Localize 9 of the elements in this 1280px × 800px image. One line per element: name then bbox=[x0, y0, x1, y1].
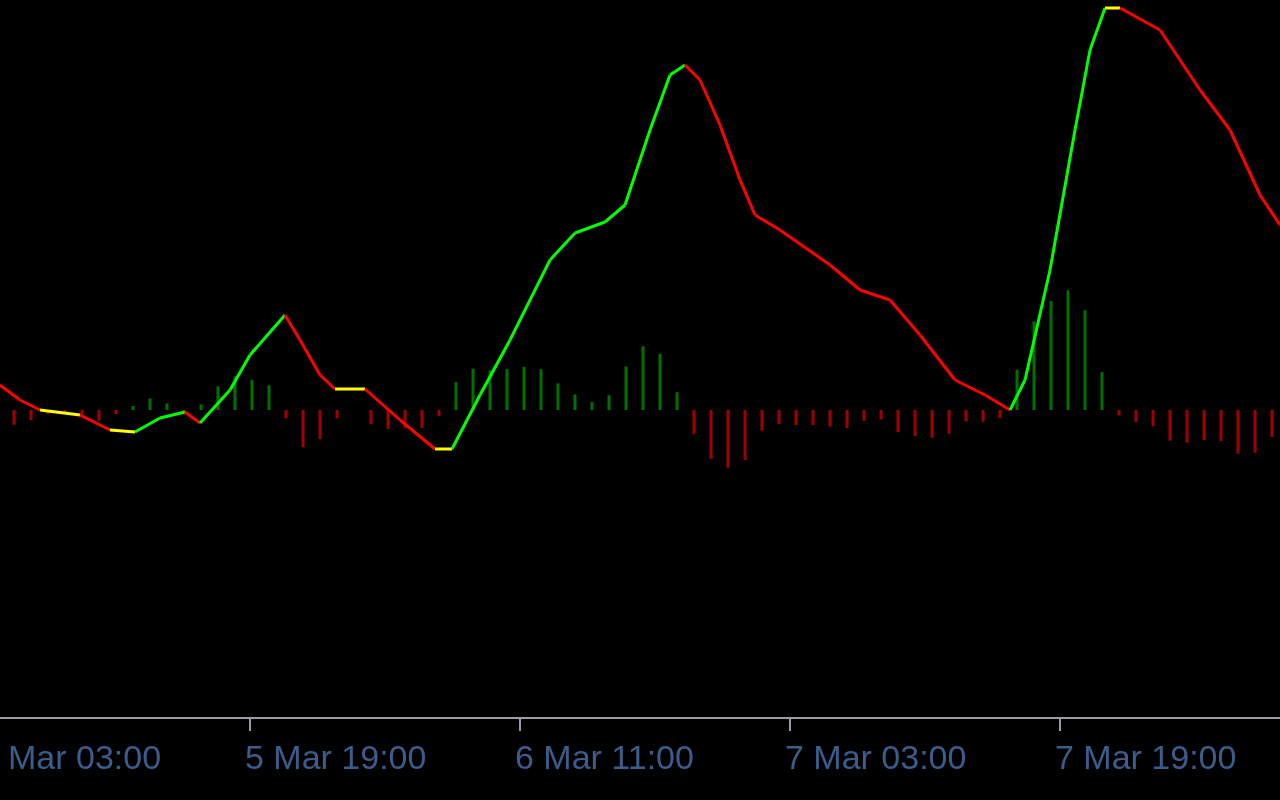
time-axis-label: 7 Mar 03:00 bbox=[785, 738, 967, 776]
axis-tick bbox=[789, 719, 791, 731]
axis-tick bbox=[1059, 719, 1061, 731]
time-axis-label: 7 Mar 19:00 bbox=[1055, 738, 1237, 776]
time-axis-label: Mar 03:00 bbox=[8, 738, 162, 776]
axis-tick bbox=[249, 719, 251, 731]
axis-tick bbox=[519, 719, 521, 731]
time-axis-label: 6 Mar 11:00 bbox=[515, 738, 694, 776]
time-axis-label: 5 Mar 19:00 bbox=[245, 738, 427, 776]
